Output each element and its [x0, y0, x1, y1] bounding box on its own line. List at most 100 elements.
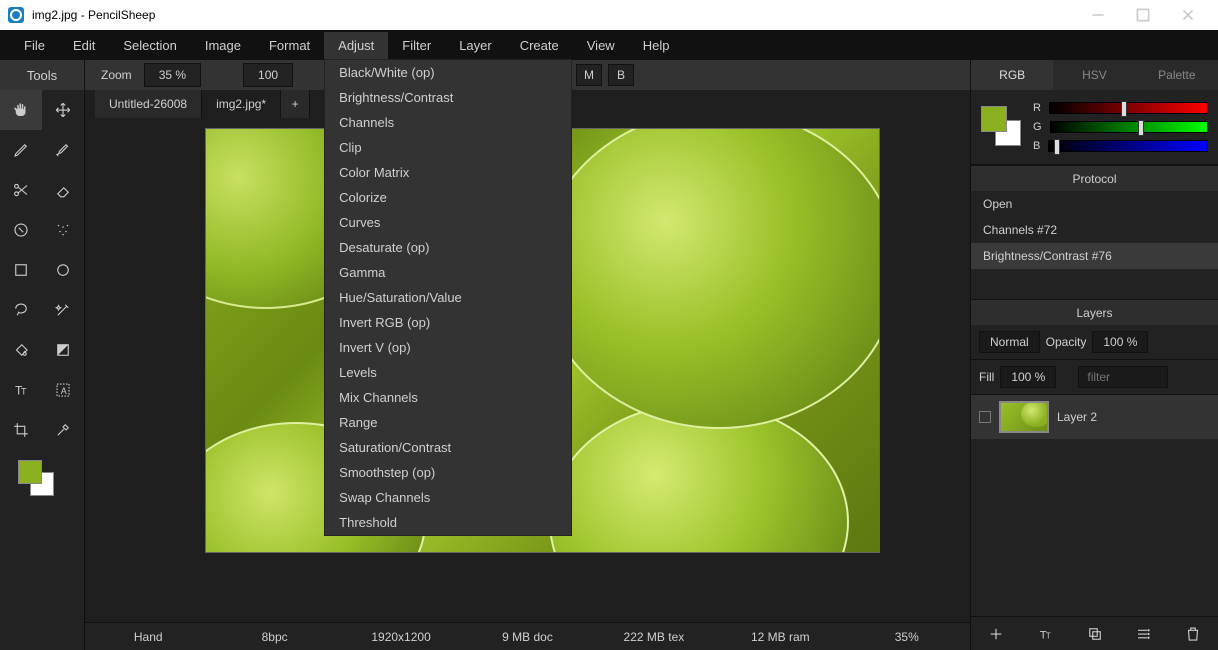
menu-adjust-label: Adjust — [338, 38, 374, 53]
tool-noise[interactable] — [42, 210, 84, 250]
g-slider[interactable] — [1050, 121, 1208, 133]
tool-magic-wand[interactable] — [42, 290, 84, 330]
panel-fg-swatch[interactable] — [981, 106, 1007, 132]
menu-format[interactable]: Format — [255, 32, 324, 59]
document-tab-img2[interactable]: img2.jpg* — [202, 90, 281, 118]
protocol-item-channels[interactable]: Channels #72 — [971, 217, 1218, 243]
align-bottom-button[interactable]: B — [608, 64, 634, 86]
layer-delete-button[interactable] — [1169, 617, 1218, 650]
app-icon — [8, 7, 24, 23]
adjust-desaturate[interactable]: Desaturate (op) — [325, 235, 571, 260]
window-close-button[interactable] — [1165, 0, 1210, 30]
zoom-100-button[interactable]: 100 — [243, 63, 293, 87]
status-ram: 12 MB ram — [717, 630, 843, 644]
adjust-gamma[interactable]: Gamma — [325, 260, 571, 285]
protocol-item-open[interactable]: Open — [971, 191, 1218, 217]
status-zoom: 35% — [844, 630, 970, 644]
layer-thumbnail[interactable] — [999, 401, 1049, 433]
window-titlebar: img2.jpg - PencilSheep — [0, 0, 1218, 30]
menu-create[interactable]: Create — [506, 32, 573, 59]
layer-visibility-checkbox[interactable] — [979, 411, 991, 423]
window-title: img2.jpg - PencilSheep — [32, 8, 1075, 22]
menu-view[interactable]: View — [573, 32, 629, 59]
tool-hand[interactable] — [0, 90, 42, 130]
layer-duplicate-button[interactable] — [1070, 617, 1119, 650]
status-depth: 8bpc — [211, 630, 337, 644]
zoom-label: Zoom — [95, 68, 138, 82]
right-panels: RGB HSV Palette R G B Protocol Open Chan… — [970, 60, 1218, 650]
layer-add-button[interactable] — [971, 617, 1020, 650]
blend-mode-select[interactable]: Normal — [979, 331, 1040, 353]
color-tab-palette[interactable]: Palette — [1136, 60, 1218, 90]
tool-crop[interactable] — [0, 410, 42, 450]
tool-move[interactable] — [42, 90, 84, 130]
opacity-value[interactable]: 100 % — [1092, 331, 1148, 353]
tools-header: Tools — [0, 60, 84, 90]
menu-edit[interactable]: Edit — [59, 32, 109, 59]
adjust-swap-channels[interactable]: Swap Channels — [325, 485, 571, 510]
adjust-threshold[interactable]: Threshold — [325, 510, 571, 535]
r-slider[interactable] — [1049, 102, 1208, 114]
menu-image[interactable]: Image — [191, 32, 255, 59]
tool-smudge[interactable] — [0, 210, 42, 250]
tool-lasso[interactable] — [0, 290, 42, 330]
menu-file[interactable]: File — [10, 32, 59, 59]
adjust-colorize[interactable]: Colorize — [325, 185, 571, 210]
fill-value[interactable]: 100 % — [1000, 366, 1056, 388]
adjust-smoothstep[interactable]: Smoothstep (op) — [325, 460, 571, 485]
layer-settings-button[interactable] — [1119, 617, 1168, 650]
foreground-color-swatch[interactable] — [18, 460, 42, 484]
adjust-saturation-contrast[interactable]: Saturation/Contrast — [325, 435, 571, 460]
document-tab-untitled[interactable]: Untitled-26008 — [95, 90, 202, 118]
menu-help[interactable]: Help — [629, 32, 684, 59]
menu-selection[interactable]: Selection — [109, 32, 190, 59]
color-tab-rgb[interactable]: RGB — [971, 60, 1053, 90]
tool-gradient[interactable] — [42, 330, 84, 370]
tool-pencil[interactable] — [0, 130, 42, 170]
layer-filter-input[interactable] — [1078, 366, 1168, 388]
status-bar: Hand 8bpc 1920x1200 9 MB doc 222 MB tex … — [85, 622, 970, 650]
window-maximize-button[interactable] — [1120, 0, 1165, 30]
adjust-clip[interactable]: Clip — [325, 135, 571, 160]
status-dimensions: 1920x1200 — [338, 630, 464, 644]
layer-row[interactable]: Layer 2 — [971, 395, 1218, 439]
status-tool: Hand — [85, 630, 211, 644]
align-middle-button[interactable]: M — [576, 64, 602, 86]
tool-scissors[interactable] — [0, 170, 42, 210]
opacity-label: Opacity — [1046, 335, 1087, 349]
tool-eraser[interactable] — [42, 170, 84, 210]
adjust-brightness-contrast[interactable]: Brightness/Contrast — [325, 85, 571, 110]
menu-filter[interactable]: Filter — [388, 32, 445, 59]
adjust-black-white[interactable]: Black/White (op) — [325, 60, 571, 85]
layer-text-button[interactable]: TT — [1020, 617, 1069, 650]
document-tab-add[interactable]: + — [281, 90, 310, 118]
panel-color-swatches[interactable] — [981, 106, 1023, 148]
zoom-value[interactable]: 35 % — [144, 63, 201, 87]
adjust-channels[interactable]: Channels — [325, 110, 571, 135]
menu-adjust[interactable]: Adjust Black/White (op) Brightness/Contr… — [324, 32, 388, 59]
window-minimize-button[interactable] — [1075, 0, 1120, 30]
tool-rect-select[interactable] — [0, 250, 42, 290]
adjust-levels[interactable]: Levels — [325, 360, 571, 385]
tool-ellipse-select[interactable] — [42, 250, 84, 290]
tool-bucket[interactable] — [0, 330, 42, 370]
tool-text[interactable]: TT — [0, 370, 42, 410]
tool-text-box[interactable]: A — [42, 370, 84, 410]
adjust-invert-v[interactable]: Invert V (op) — [325, 335, 571, 360]
b-slider[interactable] — [1048, 140, 1208, 152]
adjust-mix-channels[interactable]: Mix Channels — [325, 385, 571, 410]
protocol-item-brightness[interactable]: Brightness/Contrast #76 — [971, 243, 1218, 269]
layer-name: Layer 2 — [1057, 410, 1097, 424]
tool-eyedropper[interactable] — [42, 410, 84, 450]
menubar: File Edit Selection Image Format Adjust … — [0, 30, 1218, 60]
adjust-curves[interactable]: Curves — [325, 210, 571, 235]
adjust-color-matrix[interactable]: Color Matrix — [325, 160, 571, 185]
menu-layer[interactable]: Layer — [445, 32, 506, 59]
adjust-invert-rgb[interactable]: Invert RGB (op) — [325, 310, 571, 335]
color-tab-hsv[interactable]: HSV — [1053, 60, 1135, 90]
status-texsize: 222 MB tex — [591, 630, 717, 644]
adjust-hue-saturation-value[interactable]: Hue/Saturation/Value — [325, 285, 571, 310]
tool-color-swatches[interactable] — [0, 450, 84, 506]
adjust-range[interactable]: Range — [325, 410, 571, 435]
tool-brush[interactable] — [42, 130, 84, 170]
